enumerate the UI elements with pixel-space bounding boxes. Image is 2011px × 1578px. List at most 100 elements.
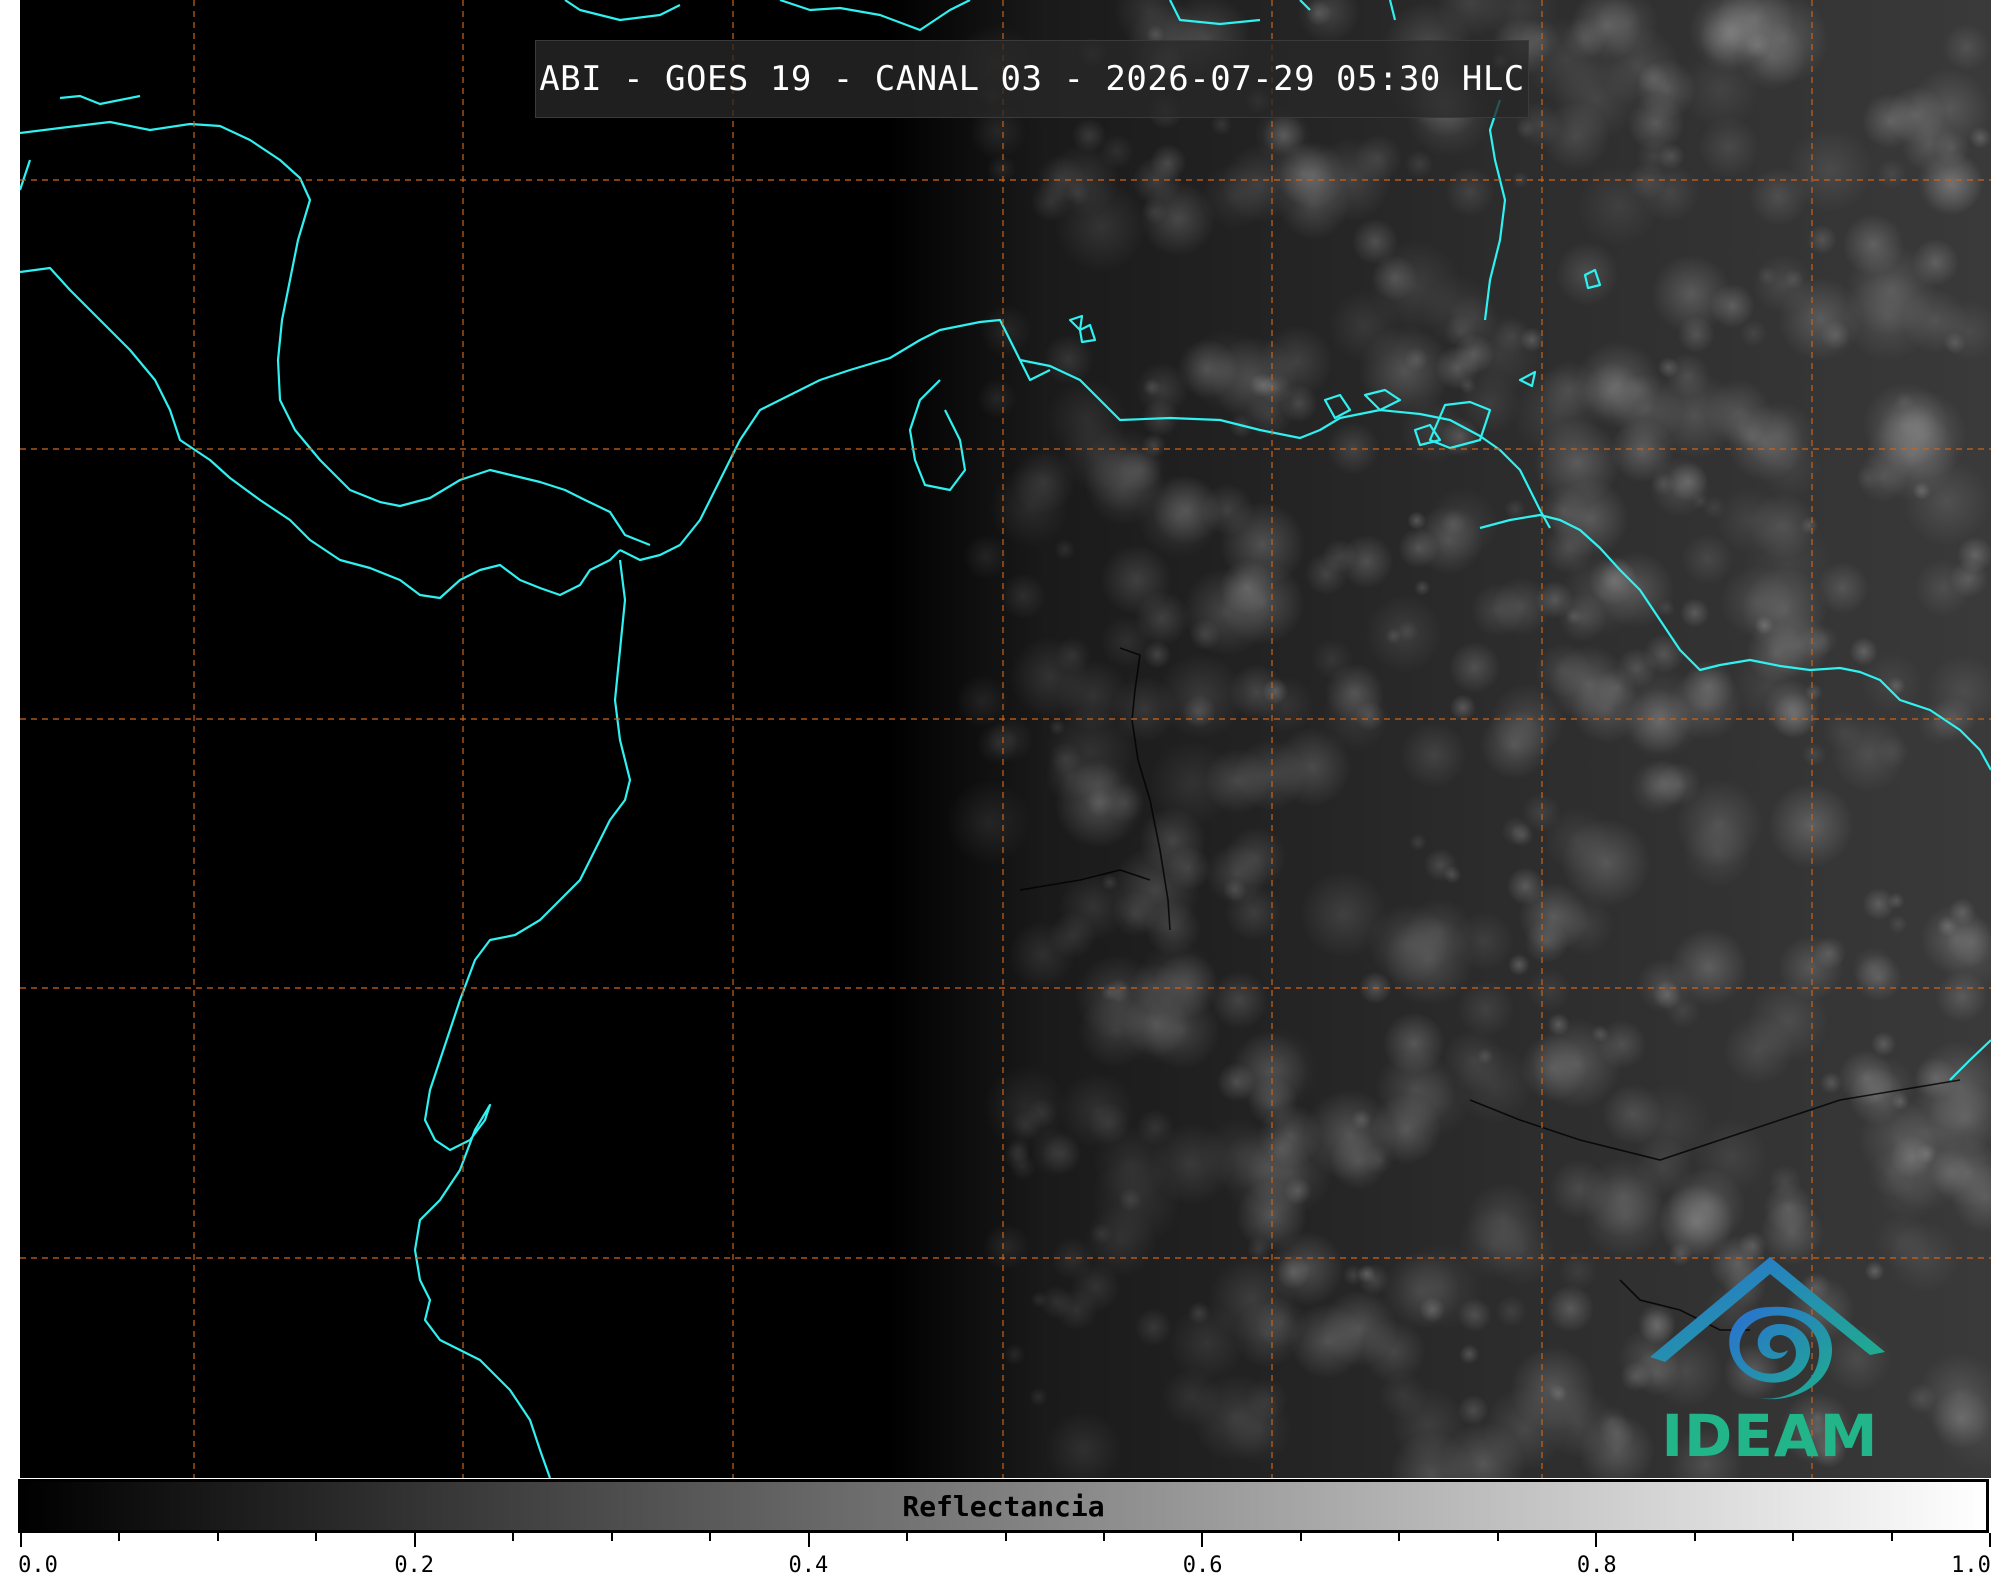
cloud-patch [1470,583,1525,638]
cloud-patch [1407,511,1427,531]
cloud-patch [1862,887,1895,921]
cloud-patch [1778,935,1844,1001]
cloud-patch [1493,317,1530,354]
cloud-patch [1768,782,1854,869]
cloud-patch [1448,641,1501,694]
cloud-patch [1404,347,1429,372]
colorbar-axis: 0.0 0.2 0.4 0.6 0.8 1.0 [18,1533,1991,1578]
cloud-patch [1515,118,1537,139]
cloud-patch [1854,953,1903,1002]
cloud-patch [1339,534,1394,589]
colorbar-minor-tick [1004,1533,1007,1541]
cloud-patch [1449,694,1477,721]
colorbar-major-tick [1595,1533,1598,1547]
cloud-patch [1028,1387,1048,1407]
cloud-patch [1256,675,1314,734]
colorbar-minor-tick [1496,1533,1499,1541]
cloud-patch [1112,890,1159,938]
cloud-patch [1558,1251,1598,1291]
cloud-patch [976,723,1019,765]
cloud-patch [1134,1308,1173,1347]
cloud-patch [1561,818,1651,908]
cloud-patch [1457,1297,1492,1332]
cloud-patch [1658,599,1676,617]
cloud-patch [1501,816,1531,846]
cloud-patch [1423,848,1458,882]
cloud-patch [1090,1155,1182,1247]
image-title: ABI - GOES 19 - CANAL 03 - 2026-07-29 05… [539,59,1525,99]
cloud-patch [1409,833,1427,851]
colorbar-tick-label: 0.4 [788,1553,829,1578]
cloud-patch [1806,224,1838,255]
cloud-patch [1868,1148,1918,1198]
cloud-patch [1228,1031,1309,1112]
cloud-patch [1321,682,1391,752]
cloud-patch [1142,378,1161,397]
cloud-patch [1208,1255,1295,1343]
cloud-patch [1026,1097,1058,1129]
cloud-patch [1305,0,1332,26]
cloud-patch [1111,676,1177,743]
cloud-patch [1455,1044,1534,1124]
cloud-patch [1048,741,1082,775]
cloud-patch [1364,1144,1395,1175]
cloud-patch [1870,1031,1897,1057]
cloud-patch [1185,329,1269,412]
cloud-patch [1549,1384,1568,1403]
cloud-patch [1100,544,1173,616]
cloud-patch [1616,647,1658,689]
cloud-patch [1054,538,1076,561]
cloud-patch [1459,1344,1480,1365]
colorbar-label: Reflectancia [902,1489,1105,1523]
cloud-patch [1311,638,1353,680]
cloud-patch [1426,488,1499,560]
cloud-patch [1435,345,1480,390]
colorbar-major-tick [413,1533,416,1547]
colorbar: Reflectancia [18,1479,1989,1533]
colorbar-minor-tick [118,1533,121,1541]
cloud-patch [1223,877,1247,902]
colorbar-tick-label: 0.8 [1576,1553,1617,1578]
cloud-patch [1526,967,1572,1013]
cloud-patch [1149,740,1236,827]
cloud-patch [1084,445,1165,526]
cloud-patch [1351,1109,1372,1130]
cloud-patch [1948,898,1976,926]
ideam-logo-text: IDEAM [1661,1402,1879,1470]
cloud-patch [1702,495,1727,520]
cloud-patch [1877,390,1968,481]
colorbar-minor-tick [1890,1533,1893,1541]
cloud-patch [1321,1290,1398,1367]
cloud-patch [1731,649,1804,722]
cloud-patch [1400,721,1467,789]
cloud-patch [1849,637,1879,666]
cloud-patch [1831,716,1907,792]
cloud-patch [1087,1102,1130,1145]
cloud-patch [1182,694,1216,729]
cloud-patch [1700,16,1745,61]
cloud-patch [1008,636,1090,718]
cloud-patch [1597,1019,1647,1069]
cloud-patch [1908,68,1991,150]
colorbar-tick-label: 0.0 [18,1553,58,1578]
ideam-logo: IDEAM [1640,1252,1900,1472]
cloud-patch [1382,1012,1446,1075]
cloud-patch [1820,1071,1843,1094]
cloud-patch [1845,243,1938,336]
cloud-patch [1574,341,1661,428]
colorbar-minor-tick [709,1533,712,1541]
cloud-patch [1804,683,1823,702]
cloud-patch [1219,559,1275,615]
cloud-patch [1210,971,1269,1030]
cloud-patch [1546,1284,1595,1333]
cloud-patch [982,1223,1030,1271]
cloud-patch [1876,158,1908,190]
cloud-patch [1524,919,1569,964]
cloud-patch [1506,867,1545,906]
colorbar-major-tick [807,1533,810,1547]
cloud-patch [1009,1153,1037,1181]
cloud-patch [1657,356,1679,378]
cloud-patch [1888,914,1908,934]
cloud-patch [1656,761,1702,807]
cloud-patch [1508,953,1530,976]
